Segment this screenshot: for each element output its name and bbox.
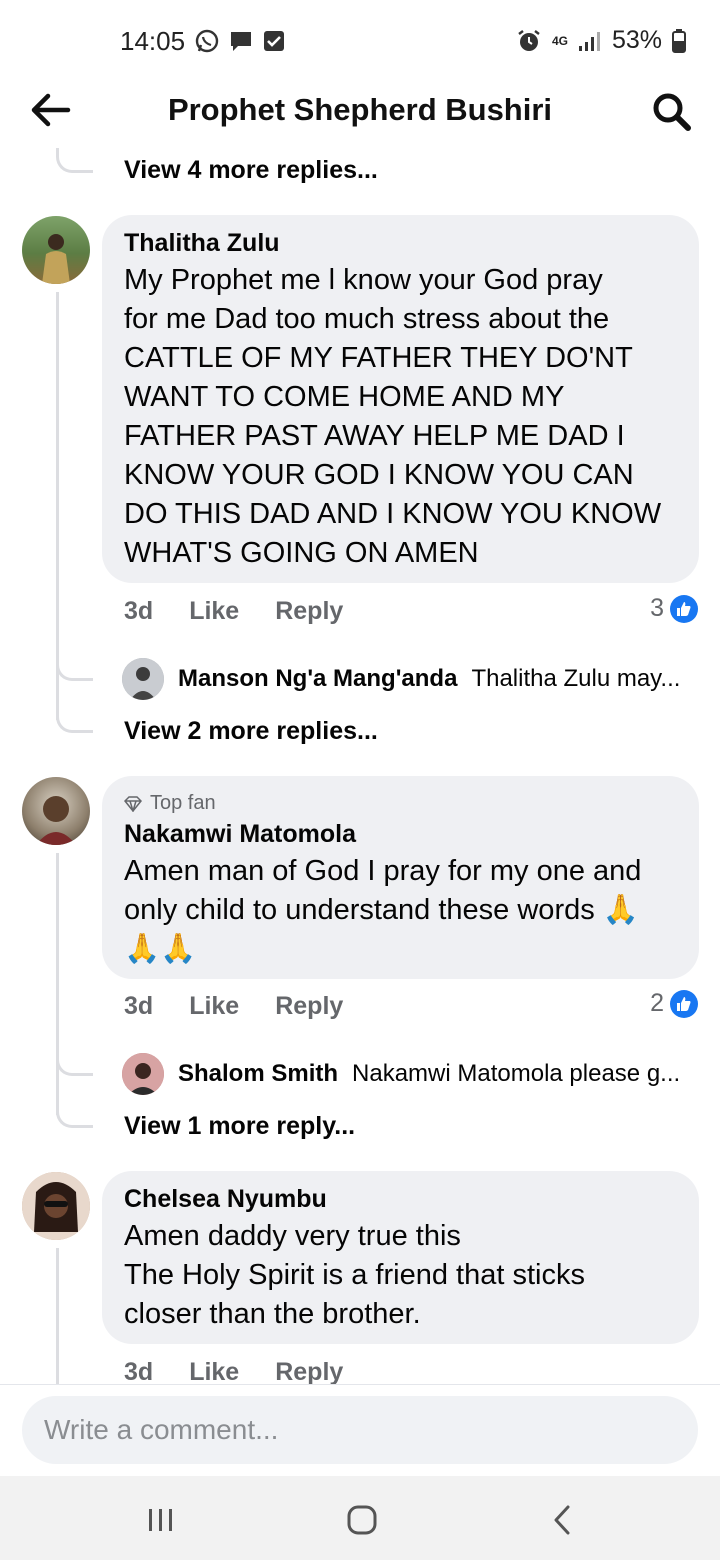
top-fan-label: Top fan — [150, 792, 216, 814]
reply-snippet: Nakamwi Matomola please g... — [352, 1060, 681, 1087]
comment-actions: 3d Like Reply — [124, 597, 343, 626]
battery-percent: 53% — [611, 26, 662, 54]
thumbs-up-icon — [670, 594, 698, 623]
comment-text: Amen daddy very true this The Holy Spiri… — [124, 1220, 585, 1330]
like-button[interactable]: Like — [189, 1358, 239, 1387]
reply-button[interactable]: Reply — [275, 992, 343, 1021]
reply-author: Shalom Smith — [178, 1060, 339, 1087]
comment-time: 3d — [124, 992, 154, 1020]
thread-connector — [56, 148, 93, 173]
view-more-replies[interactable]: View 2 more replies... — [124, 717, 378, 746]
diamond-icon — [124, 795, 142, 812]
whatsapp-icon — [195, 29, 219, 53]
comment-bubble[interactable]: Chelsea Nyumbu Amen daddy very true this… — [102, 1171, 699, 1344]
page-title: Prophet Shepherd Bushiri — [167, 92, 553, 127]
search-icon[interactable] — [650, 90, 692, 132]
avatar[interactable] — [22, 216, 90, 284]
comment-actions: 3d Like Reply — [124, 992, 343, 1021]
like-button[interactable]: Like — [189, 992, 239, 1021]
comment-bubble[interactable]: Thalitha Zulu My Prophet me l know your … — [102, 215, 699, 583]
comment-input[interactable] — [42, 1413, 646, 1447]
reply-button[interactable]: Reply — [275, 1358, 343, 1387]
view-more-replies[interactable]: View 4 more replies... — [124, 156, 378, 185]
message-icon — [231, 32, 251, 51]
comment-actions: 3d Like Reply — [124, 1358, 343, 1387]
thumbs-up-icon — [670, 989, 698, 1018]
comment-text: My Prophet me l know your God pray for m… — [124, 264, 662, 569]
thread-connector — [56, 708, 93, 733]
home-icon[interactable] — [346, 1504, 378, 1536]
reply-preview[interactable]: Manson Ng'a Mang'anda Thalitha Zulu may.… — [122, 658, 680, 700]
like-count[interactable]: 2 — [650, 989, 698, 1018]
thread-connector — [56, 656, 93, 681]
status-time: 14:05 — [120, 26, 186, 56]
notification-icons — [194, 28, 286, 54]
comment-composer[interactable] — [22, 1396, 698, 1464]
nav-back-icon[interactable] — [552, 1504, 574, 1536]
comment-author[interactable]: Thalitha Zulu — [124, 229, 280, 258]
top-fan-badge: Top fan — [124, 792, 216, 815]
check-box-icon — [264, 31, 284, 51]
thread-connector — [56, 1051, 93, 1076]
like-count-number: 3 — [650, 594, 664, 622]
thread-line — [56, 1248, 59, 1384]
thread-connector — [56, 1103, 93, 1128]
signal-icon — [578, 31, 600, 51]
status-right: 4G 53% — [516, 26, 686, 55]
avatar — [122, 1053, 164, 1095]
recents-icon[interactable] — [146, 1506, 176, 1534]
comment-bubble[interactable]: Top fan Nakamwi Matomola Amen man of God… — [102, 776, 699, 979]
reply-preview[interactable]: Shalom Smith Nakamwi Matomola please g..… — [122, 1053, 680, 1095]
alarm-icon — [518, 29, 540, 51]
like-button[interactable]: Like — [189, 597, 239, 626]
comment-time: 3d — [124, 1358, 154, 1386]
comment-author[interactable]: Nakamwi Matomola — [124, 820, 356, 849]
battery-icon — [672, 28, 686, 53]
system-nav-bar — [0, 1476, 720, 1560]
thread-line — [56, 853, 59, 1115]
avatar — [122, 658, 164, 700]
avatar[interactable] — [22, 1172, 90, 1240]
avatar[interactable] — [22, 777, 90, 845]
comment-author[interactable]: Chelsea Nyumbu — [124, 1185, 327, 1214]
reply-author: Manson Ng'a Mang'anda — [178, 665, 458, 692]
like-count-number: 2 — [650, 989, 664, 1017]
network-type: 4G — [551, 33, 568, 48]
comment-time: 3d — [124, 597, 154, 625]
like-count[interactable]: 3 — [650, 594, 698, 623]
reply-snippet: Thalitha Zulu may... — [471, 665, 681, 692]
view-more-replies[interactable]: View 1 more reply... — [124, 1112, 355, 1141]
reply-button[interactable]: Reply — [275, 597, 343, 626]
comment-text: Amen man of God I pray for my one and on… — [124, 855, 642, 965]
